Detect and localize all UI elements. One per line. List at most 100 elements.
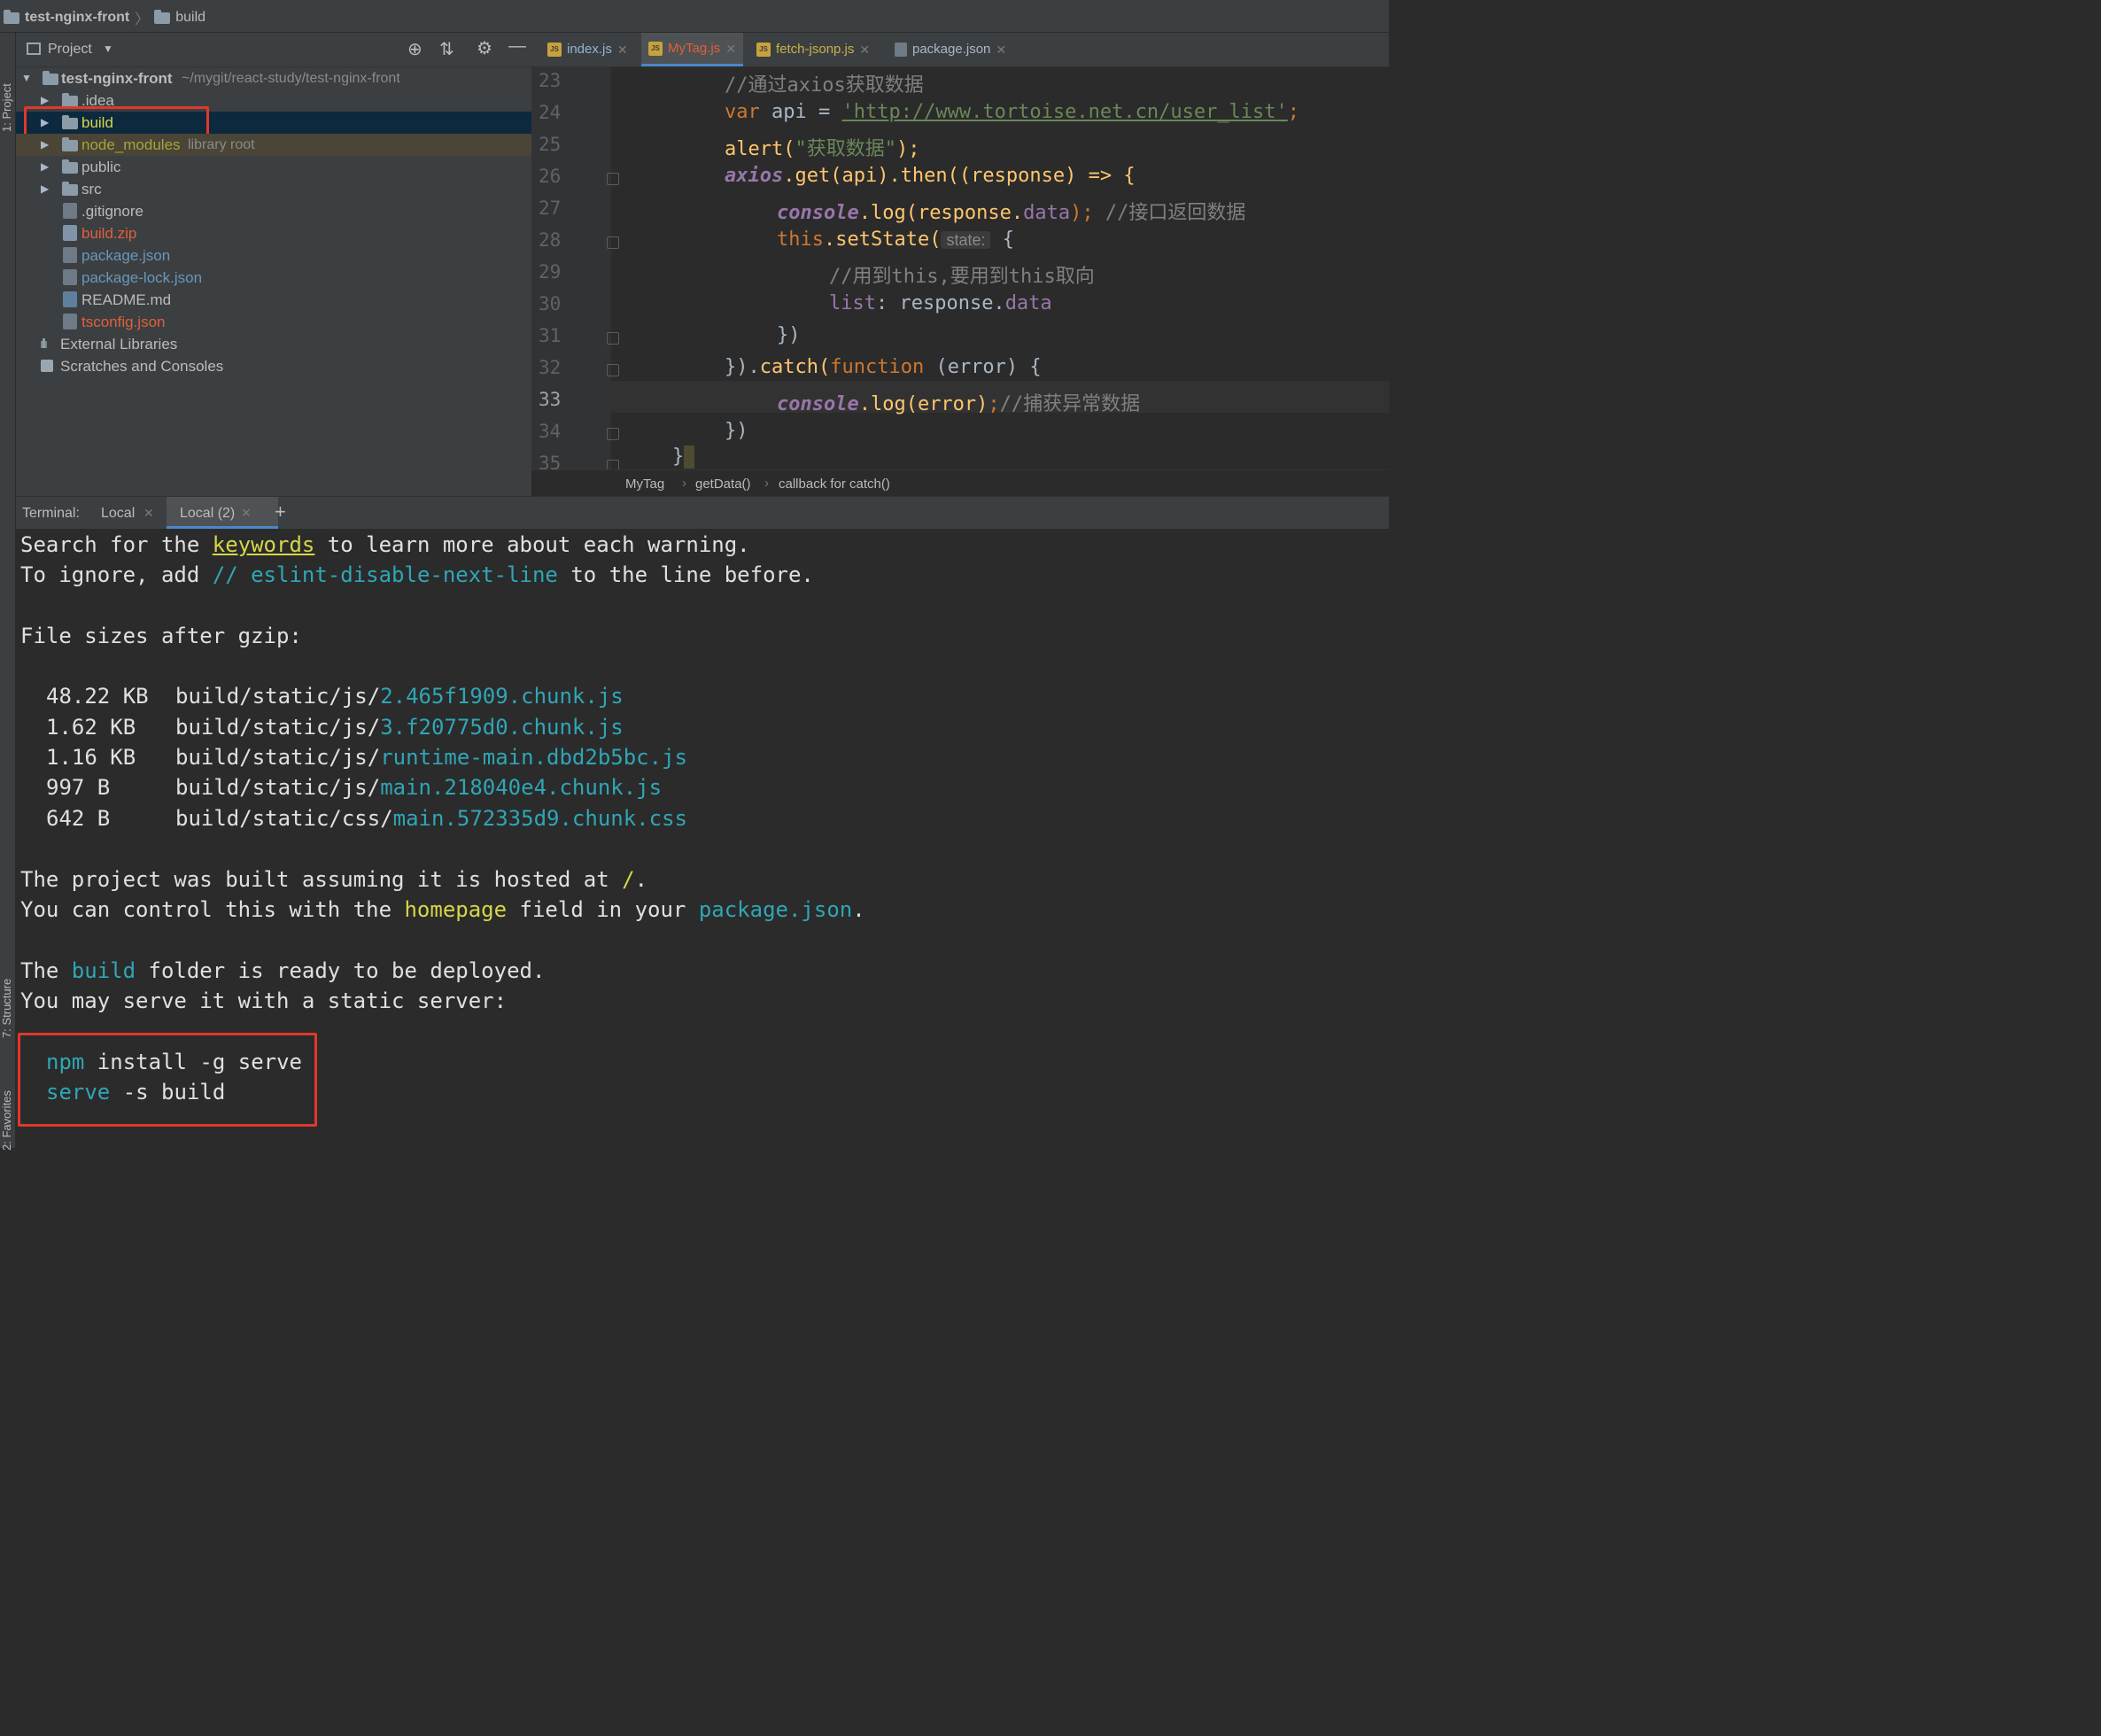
- line-number: 31: [539, 325, 562, 346]
- project-folder-icon: [4, 9, 19, 24]
- code-line-33[interactable]: console.log(error);//捕获异常数据: [777, 388, 1140, 416]
- file-icon: [63, 203, 77, 219]
- code-line-25[interactable]: alert("获取数据");: [725, 133, 919, 161]
- code-text: // eslint-disable-next-line: [212, 562, 558, 587]
- code-line-34[interactable]: }): [725, 420, 748, 442]
- breadcrumb-separator-icon: ›: [764, 476, 769, 491]
- code-punct: );: [1070, 202, 1094, 224]
- keywords-link[interactable]: keywords: [213, 532, 315, 557]
- breadcrumb-getdata[interactable]: getData(): [695, 477, 751, 492]
- file-path: build/static/css/main.572335d9.chunk.css: [175, 806, 687, 831]
- breadcrumb-separator-icon: ›: [682, 476, 686, 491]
- tree-item-readme[interactable]: README.md: [16, 289, 531, 311]
- project-view-selector[interactable]: Project: [48, 42, 92, 58]
- tree-item-tsconfig[interactable]: tsconfig.json: [16, 311, 531, 333]
- close-icon[interactable]: ✕: [996, 33, 1006, 66]
- text: To ignore, add: [20, 562, 213, 587]
- breadcrumb-folder[interactable]: build: [175, 10, 205, 26]
- code-line-24[interactable]: var api = 'http://www.tortoise.net.cn/us…: [725, 101, 1299, 123]
- tab-index-js[interactable]: JS index.js ✕: [540, 33, 635, 66]
- json-file-icon: [895, 43, 907, 57]
- tree-item-src[interactable]: ▶ src: [16, 178, 531, 200]
- breadcrumb-mytag[interactable]: MyTag: [625, 477, 664, 492]
- code-line-31[interactable]: }): [777, 324, 801, 346]
- tree-item-public[interactable]: ▶ public: [16, 156, 531, 178]
- js-file-icon: JS: [756, 43, 771, 57]
- tree-item-node-modules[interactable]: ▶ node_modules library root: [16, 134, 531, 156]
- code-line-29[interactable]: //用到this,要用到this取向: [829, 260, 1095, 289]
- breadcrumb-callback[interactable]: callback for catch(): [779, 477, 890, 492]
- fold-icon[interactable]: [607, 428, 619, 440]
- terminal-output[interactable]: Search for the keywords to learn more ab…: [16, 529, 1389, 1148]
- tab-label: package.json: [912, 42, 991, 57]
- tab-package-json[interactable]: package.json ✕: [888, 33, 1013, 66]
- code-line-26[interactable]: axios.get(api).then((response) => {: [725, 165, 1136, 187]
- code-line-28[interactable]: this.setState(state: {: [777, 229, 1014, 251]
- code-line-32[interactable]: }).catch(function (error) {: [725, 356, 1042, 378]
- fold-icon[interactable]: [607, 173, 619, 185]
- fold-icon[interactable]: [607, 364, 619, 376]
- hide-icon[interactable]: —: [508, 36, 526, 57]
- tree-item-label: .gitignore: [81, 203, 143, 220]
- code-comment: //捕获异常数据: [999, 393, 1141, 415]
- collapsed-arrow-icon[interactable]: ▶: [41, 134, 49, 156]
- collapsed-arrow-icon[interactable]: ▶: [41, 156, 49, 178]
- collapse-all-icon[interactable]: ⇅: [439, 38, 454, 60]
- code-text: .log(error): [858, 393, 988, 415]
- tree-item-scratches[interactable]: Scratches and Consoles: [16, 355, 531, 377]
- tree-item-label: package.json: [81, 247, 171, 264]
- code-line-35[interactable]: }: [672, 446, 695, 469]
- locate-icon[interactable]: ⊕: [407, 38, 423, 60]
- code-string[interactable]: 'http://www.tortoise.net.cn/user_list': [841, 101, 1287, 123]
- close-icon[interactable]: ✕: [859, 33, 870, 66]
- tab-local[interactable]: Local: [101, 506, 135, 522]
- code-text: : response.: [875, 292, 1005, 314]
- fold-icon[interactable]: [607, 236, 619, 249]
- fold-icon[interactable]: [607, 332, 619, 345]
- text: You can control this with the: [20, 897, 405, 922]
- tree-item-gitignore[interactable]: .gitignore: [16, 200, 531, 222]
- line-number: 25: [539, 134, 562, 155]
- code-line-23[interactable]: //通过axios获取数据: [725, 69, 924, 97]
- close-icon[interactable]: ✕: [725, 32, 736, 66]
- tree-item-build-zip[interactable]: build.zip: [16, 222, 531, 244]
- file-name: main.572335d9.chunk.css: [392, 806, 687, 831]
- tree-item-package-lock[interactable]: package-lock.json: [16, 267, 531, 289]
- add-tab-button[interactable]: +: [275, 500, 286, 523]
- js-file-icon: JS: [547, 43, 562, 57]
- code-property: data: [1023, 202, 1071, 224]
- code-line-30[interactable]: list: response.data: [829, 292, 1052, 314]
- tab-mytag-js[interactable]: JS MyTag.js ✕: [641, 33, 743, 66]
- code-line-27[interactable]: console.log(response.data); //接口返回数据: [777, 197, 1245, 225]
- favorites-tool-tab[interactable]: 2: Favorites: [0, 1090, 13, 1151]
- text: Search for the: [20, 532, 213, 557]
- code-text: }): [777, 324, 801, 346]
- file-dir: build/static/js/: [175, 684, 381, 709]
- navigation-bar: test-nginx-front 〉 build: [0, 0, 1389, 33]
- code-global: console: [777, 202, 859, 224]
- breadcrumb-project[interactable]: test-nginx-front: [25, 10, 129, 26]
- json-file-icon: [63, 269, 77, 285]
- tree-item-external-libraries[interactable]: ıllı External Libraries: [16, 333, 531, 355]
- root-path: ~/mygit/react-study/test-nginx-front: [182, 71, 400, 86]
- project-tool-tab[interactable]: 1: Project: [0, 83, 13, 132]
- chevron-down-icon[interactable]: ▼: [103, 43, 113, 55]
- close-icon[interactable]: ✕: [143, 506, 154, 521]
- terminal-line: Search for the keywords to learn more ab…: [20, 532, 750, 557]
- close-icon[interactable]: ✕: [241, 506, 252, 521]
- gear-icon[interactable]: ⚙: [477, 37, 492, 59]
- file-name: 2.465f1909.chunk.js: [380, 684, 624, 709]
- tree-root[interactable]: ▼ test-nginx-front ~/mygit/react-study/t…: [16, 67, 531, 89]
- tree-item-label: Scratches and Consoles: [60, 358, 224, 375]
- terminal-tab-bar: Terminal: Local ✕ Local (2) ✕ +: [16, 496, 1389, 529]
- expanded-arrow-icon[interactable]: ▼: [21, 67, 32, 89]
- file-size: 1.16 KB: [46, 745, 136, 770]
- collapsed-arrow-icon[interactable]: ▶: [41, 178, 49, 200]
- tab-fetch-jsonp[interactable]: JS fetch-jsonp.js ✕: [749, 33, 877, 66]
- tree-item-package-json[interactable]: package.json: [16, 244, 531, 267]
- structure-tool-tab[interactable]: 7: Structure: [0, 979, 13, 1038]
- close-icon[interactable]: ✕: [617, 33, 628, 66]
- file-name: runtime-main.dbd2b5bc.js: [380, 745, 687, 770]
- tab-local-2[interactable]: Local (2) ✕: [167, 497, 278, 529]
- file-size: 48.22 KB: [46, 684, 149, 709]
